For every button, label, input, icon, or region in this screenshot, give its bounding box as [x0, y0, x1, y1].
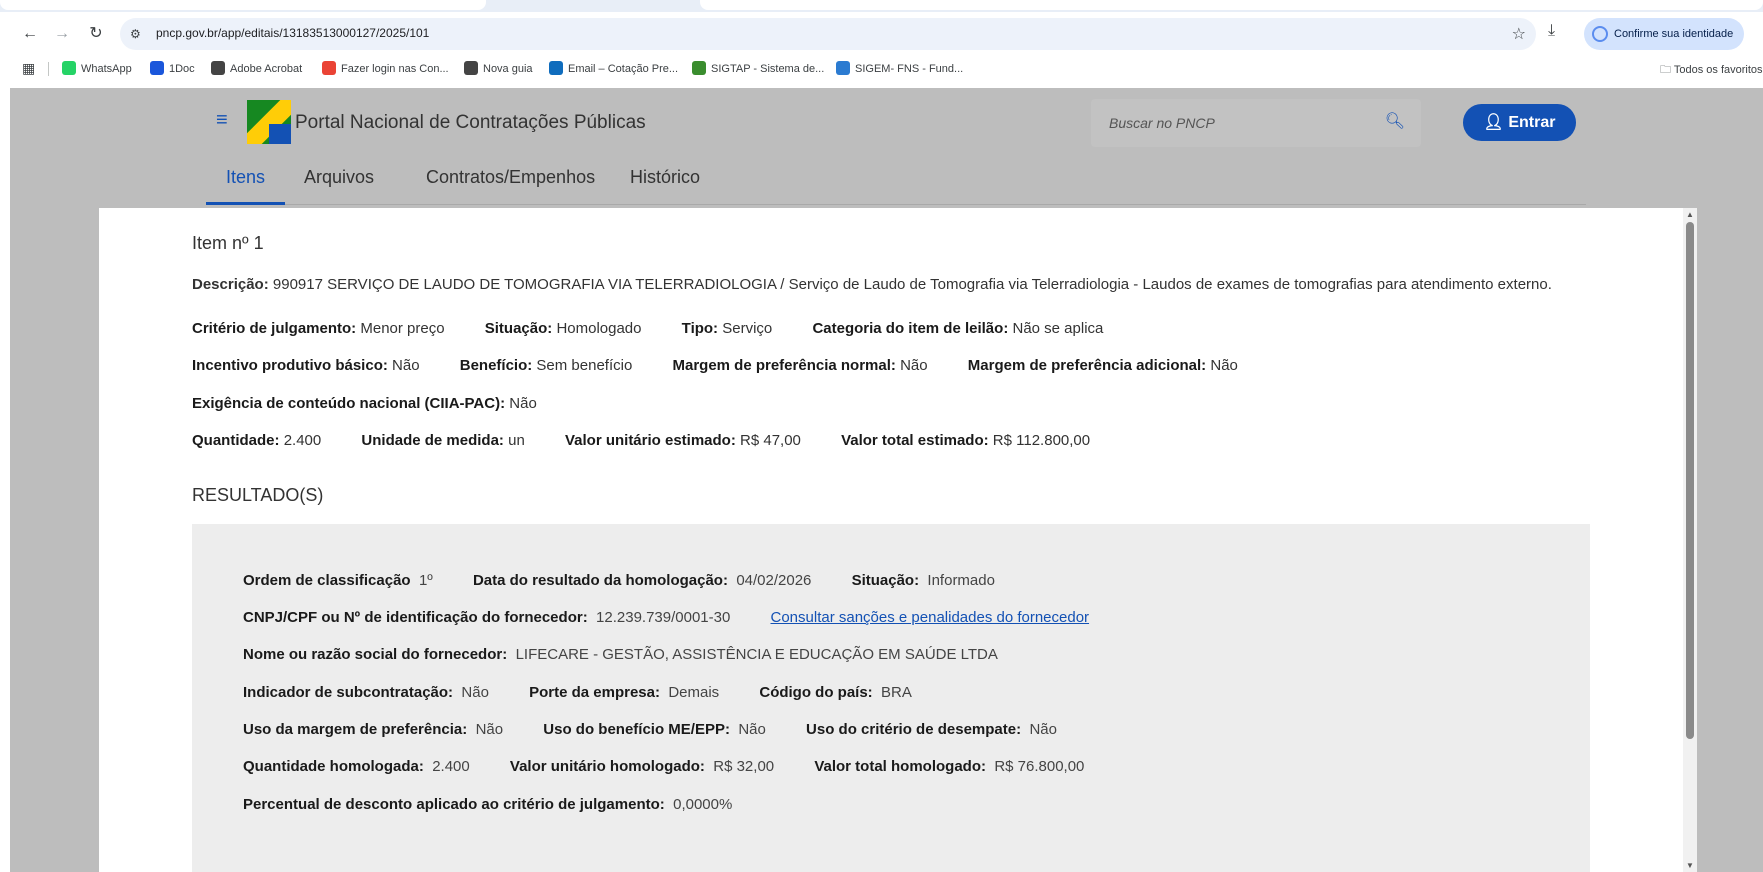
- result-row: Ordem de classificação 1º Data do result…: [243, 572, 995, 589]
- reload-icon[interactable]: ↻: [84, 22, 108, 46]
- browser-tab[interactable]: [0, 0, 486, 10]
- result-row: Quantidade homologada: 2.400 Valor unitá…: [243, 758, 1085, 775]
- description-value: 990917 SERVIÇO DE LAUDO DE TOMOGRAFIA VI…: [272, 276, 1552, 293]
- tab-strip: [0, 0, 1763, 12]
- search-icon[interactable]: 🔍︎: [1385, 111, 1405, 131]
- scrollbar-thumb[interactable]: [1686, 222, 1694, 739]
- all-bookmarks[interactable]: 🗀 Todos os favoritos: [1660, 61, 1763, 80]
- bookmarks-separator: [48, 62, 49, 76]
- result-row: Uso da margem de preferência: Não Uso do…: [243, 721, 1057, 738]
- item-title: Item nº 1: [192, 233, 264, 253]
- identity-icon: [1592, 26, 1608, 42]
- browser-chrome: ← → ↻ ⚙ pncp.gov.br/app/editais/13183513…: [0, 0, 1763, 88]
- bookmark-item[interactable]: Nova guia: [464, 61, 533, 75]
- page-overlay: ≡ Portal Nacional de Contratações Públic…: [10, 88, 1763, 872]
- folder-icon: 🗀: [1660, 64, 1674, 76]
- bookmark-item[interactable]: WhatsApp: [62, 61, 132, 75]
- bookmark-item[interactable]: Adobe Acrobat: [211, 61, 302, 75]
- identity-button[interactable]: Confirme sua identidade: [1584, 18, 1744, 50]
- back-icon[interactable]: ←: [18, 22, 42, 46]
- login-button[interactable]: 👤︎ Entrar: [1463, 104, 1576, 141]
- result-row: Nome ou razão social do fornecedor: LIFE…: [243, 646, 998, 663]
- tab-bar: Itens Arquivos Contratos/Empenhos Histór…: [206, 160, 1586, 205]
- result-row: Percentual de desconto aplicado ao crité…: [243, 796, 733, 813]
- onedoc-icon: [150, 61, 164, 75]
- sigem-icon: [836, 61, 850, 75]
- acrobat-icon: [211, 61, 225, 75]
- tab-historico[interactable]: Histórico: [610, 160, 720, 205]
- google-icon: [322, 61, 336, 75]
- tab-itens[interactable]: Itens: [206, 160, 286, 205]
- bookmark-star-icon[interactable]: ☆: [1512, 24, 1526, 44]
- sanctions-link[interactable]: Consultar sanções e penalidades do forne…: [771, 609, 1090, 626]
- address-row: ← → ↻ ⚙ pncp.gov.br/app/editais/13183513…: [0, 18, 1763, 50]
- search-placeholder: Buscar no PNCP: [1109, 115, 1215, 131]
- search-input[interactable]: Buscar no PNCP 🔍︎: [1091, 99, 1421, 147]
- bookmark-item[interactable]: Email – Cotação Pre...: [549, 61, 678, 75]
- item-row: Exigência de conteúdo nacional (CIIA-PAC…: [192, 395, 537, 412]
- user-icon: 👤︎: [1483, 114, 1509, 131]
- result-row: Indicador de subcontratação: Não Porte d…: [243, 684, 912, 701]
- bookmark-item[interactable]: SIGTAP - Sistema de...: [692, 61, 824, 75]
- result-row: CNPJ/CPF ou Nº de identificação do forne…: [243, 609, 1090, 626]
- item-description: Descrição: 990917 SERVIÇO DE LAUDO DE TO…: [192, 273, 1602, 296]
- bookmark-item[interactable]: SIGEM- FNS - Fund...: [836, 61, 963, 75]
- forward-icon[interactable]: →: [50, 22, 74, 46]
- scroll-down-icon[interactable]: ▼: [1686, 861, 1694, 870]
- site-header: ≡ Portal Nacional de Contratações Públic…: [10, 88, 1763, 160]
- apps-grid-icon[interactable]: ▦: [22, 60, 35, 77]
- results-heading: RESULTADO(S): [192, 485, 324, 505]
- description-label: Descrição:: [192, 276, 269, 293]
- portal-title: Portal Nacional de Contratações Públicas: [295, 112, 646, 133]
- item-row: Quantidade: 2.400 Unidade de medida: un …: [192, 432, 1091, 449]
- outlook-icon: [549, 61, 563, 75]
- tab-contratos-empenhos[interactable]: Contratos/Empenhos: [406, 160, 615, 205]
- sigtap-icon: [692, 61, 706, 75]
- pncp-logo[interactable]: [247, 100, 291, 144]
- download-icon[interactable]: ⤓: [1548, 22, 1555, 40]
- identity-button-label: Confirme sua identidade: [1614, 28, 1734, 40]
- site-settings-icon[interactable]: ⚙: [130, 26, 146, 42]
- bookmarks-bar: ▦ WhatsApp 1Doc Adobe Acrobat Fazer logi…: [0, 56, 1763, 82]
- menu-icon[interactable]: ≡: [216, 109, 228, 132]
- address-bar[interactable]: ⚙ pncp.gov.br/app/editais/13183513000127…: [120, 18, 1536, 50]
- browser-tab[interactable]: [700, 0, 1763, 10]
- item-row: Critério de julgamento: Menor preço Situ…: [192, 320, 1104, 337]
- scroll-up-icon[interactable]: ▲: [1686, 210, 1694, 219]
- new-tab-icon: [464, 61, 478, 75]
- item-detail-modal: Item nº 1 Descrição: 990917 SERVIÇO DE L…: [99, 208, 1697, 872]
- bookmark-item[interactable]: 1Doc: [150, 61, 195, 75]
- item-row: Incentivo produtivo básico: Não Benefíci…: [192, 357, 1238, 374]
- tab-arquivos[interactable]: Arquivos: [284, 160, 394, 205]
- url-text[interactable]: pncp.gov.br/app/editais/13183513000127/2…: [156, 26, 429, 40]
- whatsapp-icon: [62, 61, 76, 75]
- result-card: Ordem de classificação 1º Data do result…: [192, 524, 1590, 872]
- bookmark-item[interactable]: Fazer login nas Con...: [322, 61, 449, 75]
- modal-scrollbar[interactable]: ▲ ▼: [1683, 208, 1697, 872]
